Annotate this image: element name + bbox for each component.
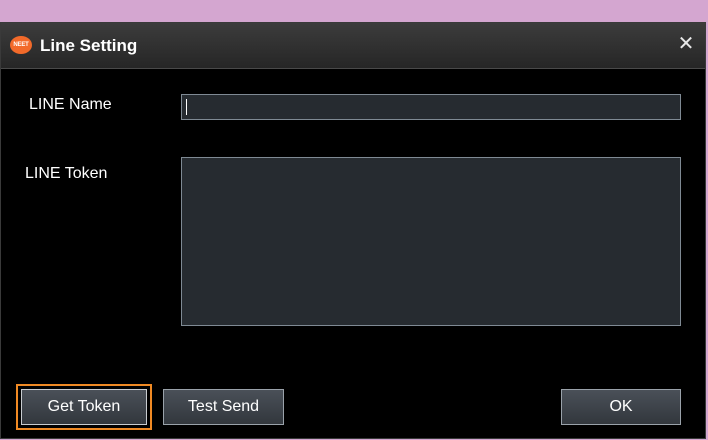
close-icon[interactable]: ✕: [675, 32, 697, 56]
line-token-label: LINE Token: [25, 165, 108, 182]
app-logo-text: NEET: [13, 42, 29, 48]
test-send-button[interactable]: Test Send: [163, 389, 284, 425]
get-token-button[interactable]: Get Token: [21, 389, 147, 425]
ok-button[interactable]: OK: [561, 389, 681, 425]
line-token-textarea[interactable]: [181, 157, 681, 326]
dialog-title: Line Setting: [40, 36, 138, 55]
app-logo-icon: NEET: [10, 36, 32, 54]
desktop-background-strip: [0, 0, 708, 22]
line-name-label: LINE Name: [29, 96, 112, 113]
line-name-input[interactable]: [181, 94, 681, 120]
title-bar[interactable]: NEET Line Setting ✕: [1, 23, 705, 69]
text-caret: [186, 99, 187, 115]
line-setting-dialog: NEET Line Setting ✕ LINE Name LINE Token…: [0, 22, 706, 439]
